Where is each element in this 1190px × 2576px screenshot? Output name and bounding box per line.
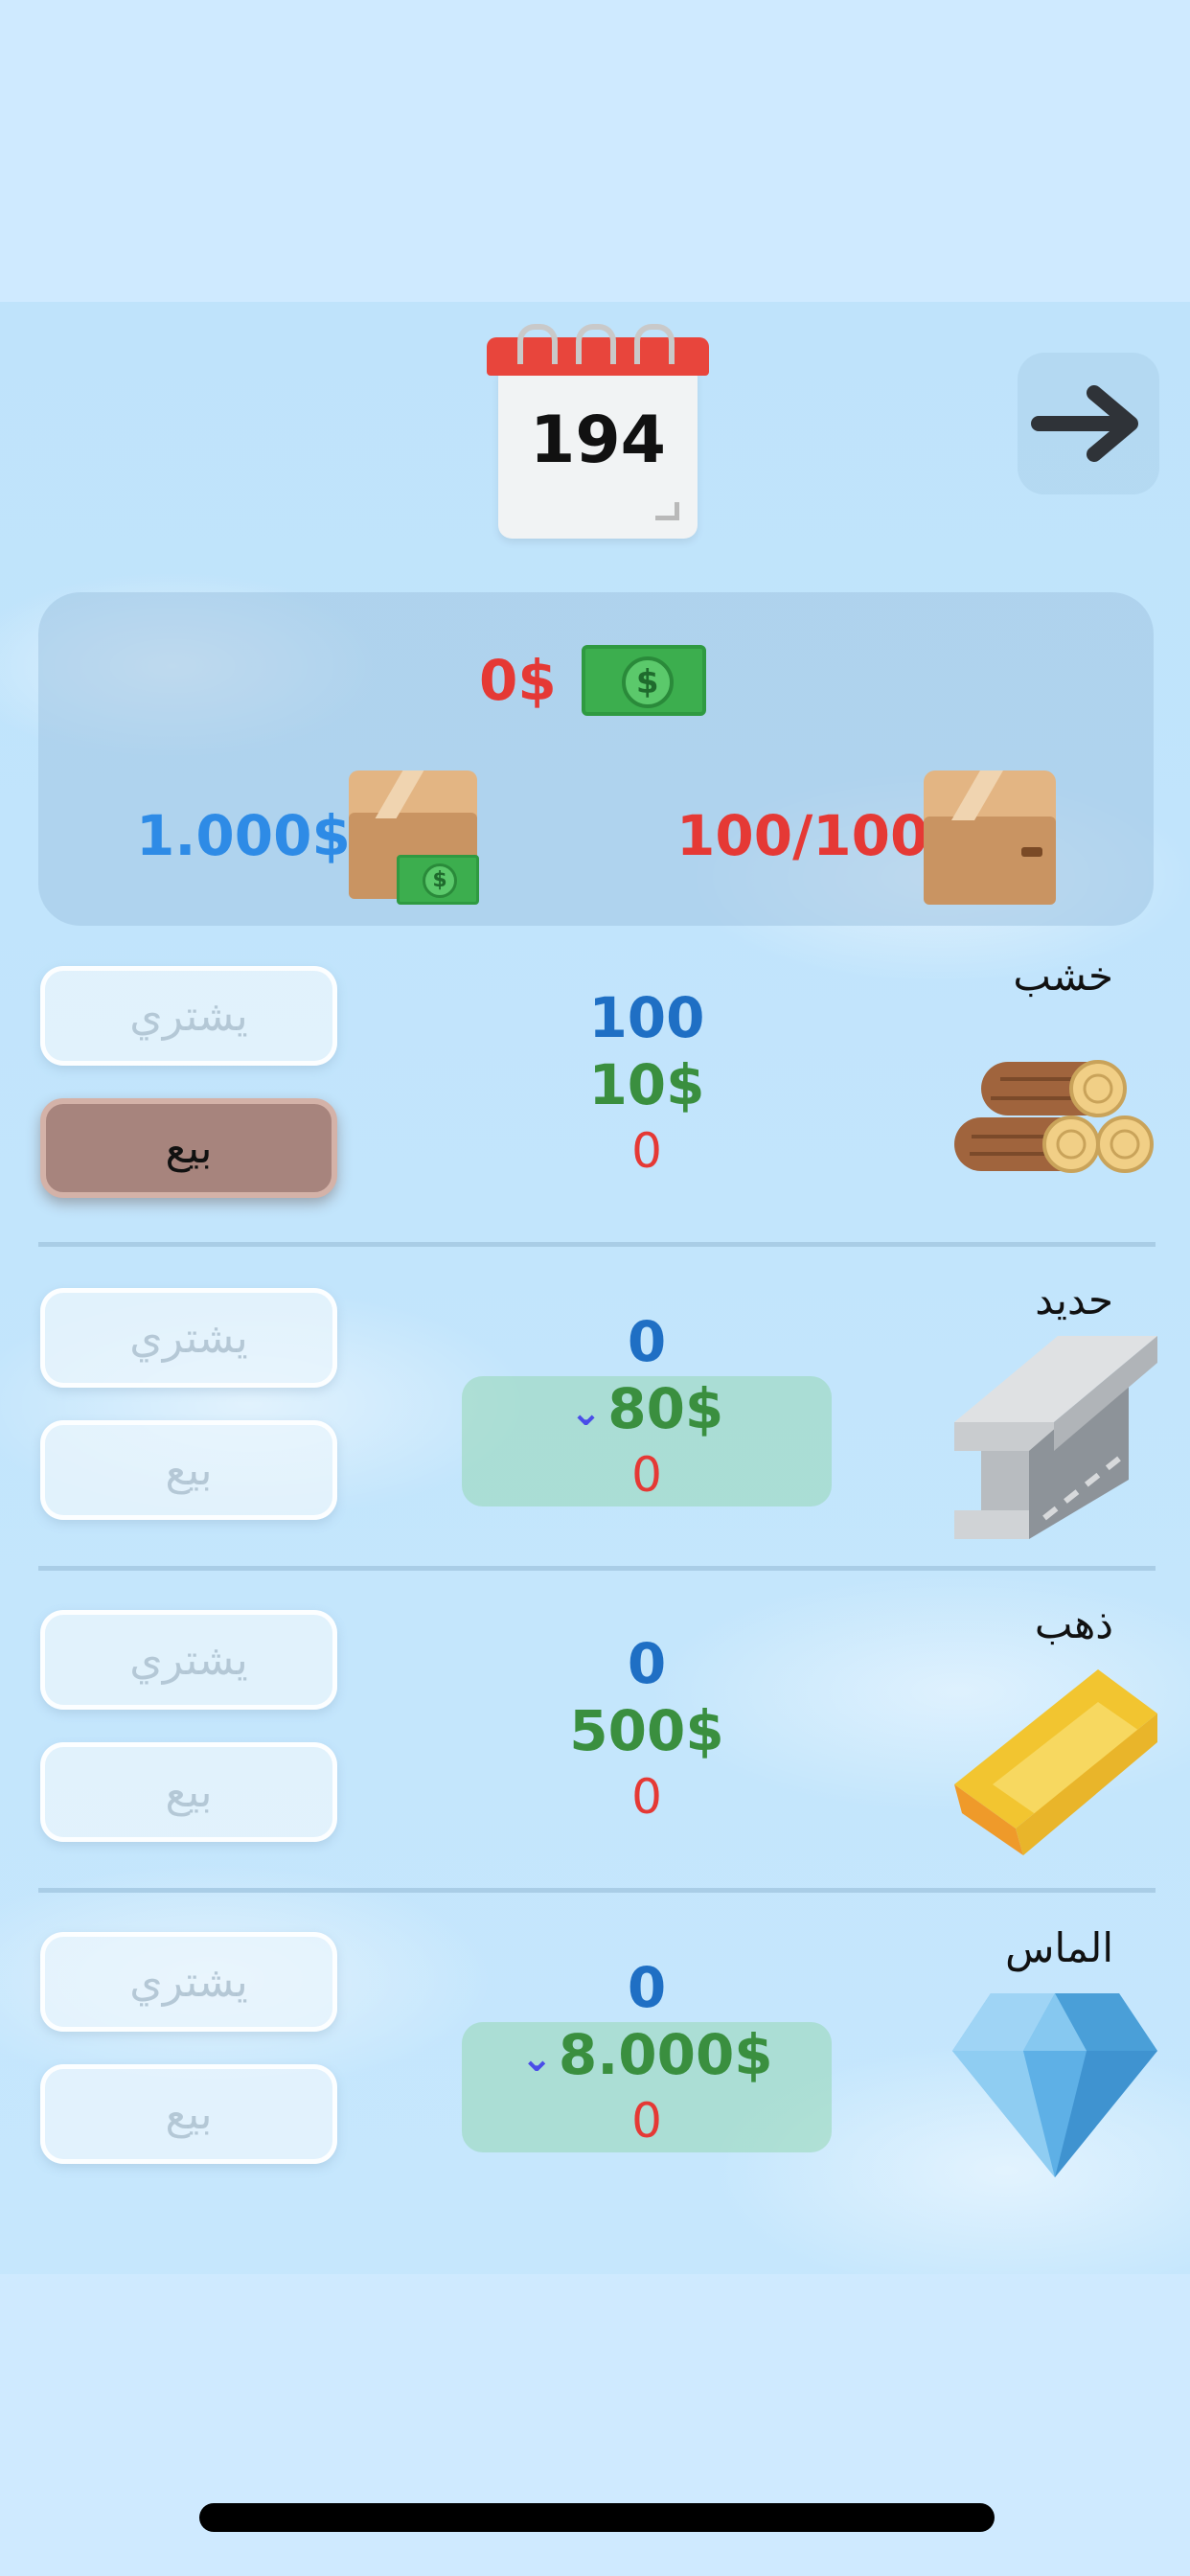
iron-price-value: 80$ xyxy=(607,1376,724,1441)
calendar-corner xyxy=(655,502,679,520)
box-icon xyxy=(922,770,1058,905)
diamond-price-value: 8.000$ xyxy=(558,2022,773,2087)
wood-owned: 0 xyxy=(631,1123,662,1179)
diamond-icon xyxy=(952,1993,1157,2177)
sell-wood-button[interactable]: بيع xyxy=(40,1098,337,1198)
buy-diamond-button[interactable]: يشتري xyxy=(40,1932,337,2032)
arrow-right-icon xyxy=(1031,385,1138,462)
gold-name: ذهب xyxy=(1034,1600,1113,1647)
day-number: 194 xyxy=(530,402,666,478)
gold-price-value: 500$ xyxy=(569,1698,724,1763)
sell-iron-button[interactable]: بيع xyxy=(40,1420,337,1520)
wood-quantity: 100 xyxy=(588,985,705,1050)
chevron-down-icon: ⌄ xyxy=(520,2036,553,2081)
iron-quantity: 0 xyxy=(627,1309,667,1374)
item-divider xyxy=(38,1566,1156,1571)
storage-capacity: 100/100 xyxy=(676,803,929,868)
wood-name: خشب xyxy=(1013,953,1113,1000)
buy-gold-button[interactable]: يشتري xyxy=(40,1610,337,1710)
iron-beam-icon xyxy=(954,1336,1157,1539)
item-divider xyxy=(38,1888,1156,1893)
sell-diamond-button[interactable]: بيع xyxy=(40,2064,337,2164)
gold-owned: 0 xyxy=(631,1769,662,1825)
iron-price: ⌄ 80$ xyxy=(462,1376,832,1441)
buy-iron-button[interactable]: يشتري xyxy=(40,1288,337,1388)
calendar-ring xyxy=(517,324,558,364)
calendar-ring xyxy=(576,324,616,364)
dollar-bill-icon: $ xyxy=(581,645,706,716)
iron-name: حديد xyxy=(1035,1276,1113,1323)
diamond-name: الماس xyxy=(1005,1924,1113,1971)
calendar-ring xyxy=(634,324,675,364)
diamond-quantity: 0 xyxy=(627,1955,667,2020)
box-money-icon: $ xyxy=(343,770,487,905)
next-day-button[interactable] xyxy=(1018,353,1159,494)
diamond-owned: 0 xyxy=(631,2093,662,2149)
gold-bar-icon xyxy=(954,1669,1157,1855)
diamond-price: ⌄ 8.000$ xyxy=(462,2022,832,2087)
item-divider xyxy=(38,1242,1156,1247)
buy-wood-button[interactable]: يشتري xyxy=(40,966,337,1066)
wood-price-value: 10$ xyxy=(588,1052,705,1117)
storage-value: 1.000$ xyxy=(136,803,351,868)
wood-price: 10$ xyxy=(462,1052,832,1117)
cash-row: 0$ $ xyxy=(479,642,706,719)
wood-logs-icon xyxy=(954,1060,1154,1173)
home-indicator[interactable] xyxy=(199,2503,995,2532)
iron-owned: 0 xyxy=(631,1447,662,1503)
cash-amount: 0$ xyxy=(479,648,557,713)
gold-quantity: 0 xyxy=(627,1631,667,1696)
gold-price: 500$ xyxy=(462,1698,832,1763)
sell-gold-button[interactable]: بيع xyxy=(40,1742,337,1842)
chevron-down-icon: ⌄ xyxy=(569,1390,603,1435)
calendar-day-counter: 194 xyxy=(487,324,709,539)
